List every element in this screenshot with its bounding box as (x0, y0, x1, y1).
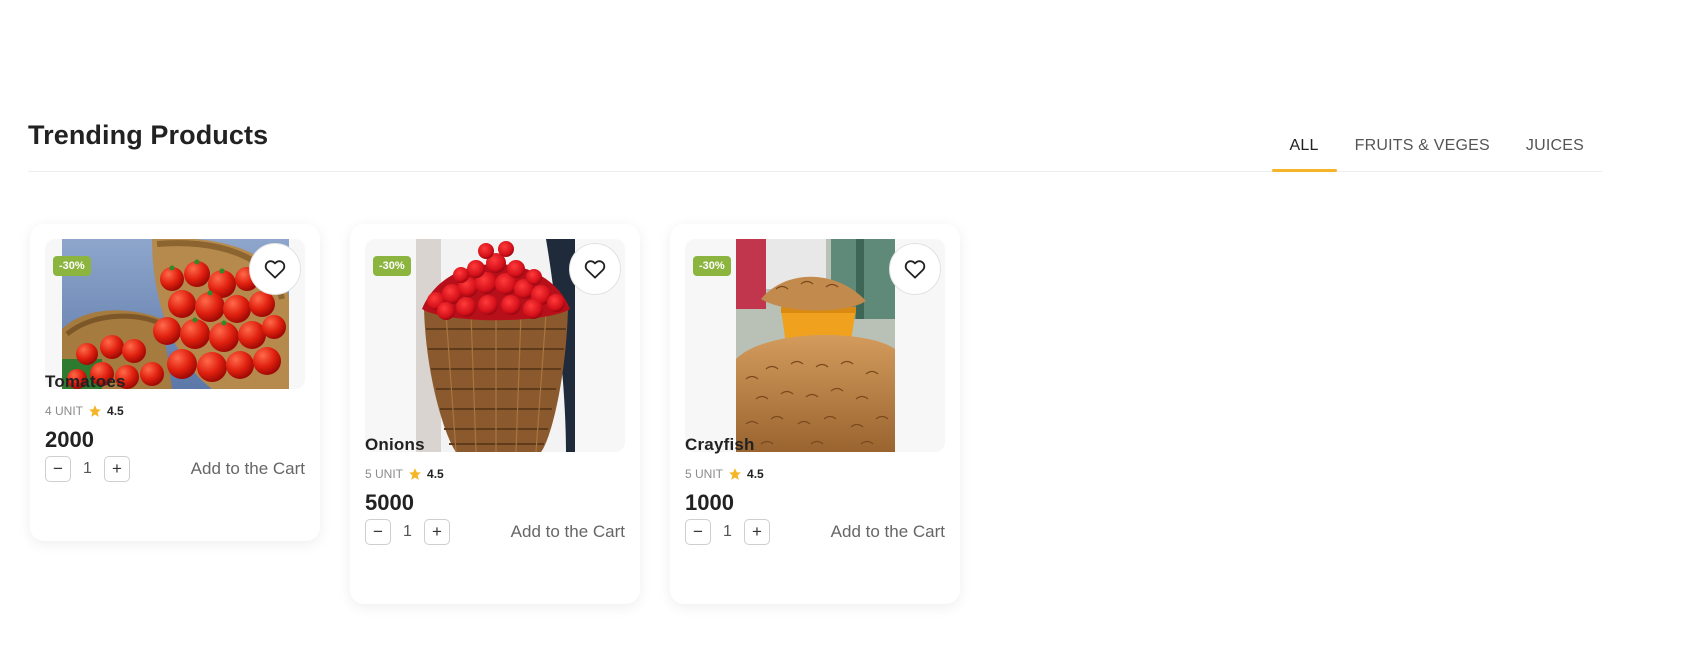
quantity-value[interactable]: 1 (391, 523, 424, 541)
quantity-value[interactable]: 1 (71, 460, 104, 478)
product-card-tomatoes[interactable]: -30% Tomatoes 4 UNIT 4.5 2000 − 1 + Add … (30, 224, 320, 541)
quantity-stepper: − 1 + (45, 456, 130, 482)
star-icon (729, 468, 741, 480)
rating-value: 4.5 (107, 404, 124, 418)
crayfish-image[interactable] (736, 239, 895, 452)
tab-fruits-veges[interactable]: FRUITS & VEGES (1337, 134, 1508, 172)
increase-button[interactable]: + (424, 519, 450, 545)
add-to-cart-button[interactable]: Add to the Cart (831, 522, 945, 542)
increase-button[interactable]: + (104, 456, 130, 482)
product-card-onions[interactable]: -30% Onions 5 UNIT 4.5 5000 − 1 + Add to… (350, 224, 640, 604)
category-tabs: ALL FRUITS & VEGES JUICES (1271, 134, 1602, 172)
tab-all[interactable]: ALL (1271, 134, 1337, 172)
decrease-button[interactable]: − (45, 456, 71, 482)
product-card-crayfish[interactable]: -30% Crayfish 5 UNIT 4.5 1000 − 1 + Add … (670, 224, 960, 604)
section-header: Trending Products ALL FRUITS & VEGES JUI… (28, 112, 1602, 172)
rating-value: 4.5 (747, 467, 764, 481)
decrease-button[interactable]: − (685, 519, 711, 545)
product-name[interactable]: Crayfish (685, 435, 755, 455)
discount-badge: -30% (373, 256, 411, 276)
star-icon (409, 468, 421, 480)
add-to-cart-button[interactable]: Add to the Cart (511, 522, 625, 542)
heart-icon[interactable] (569, 243, 621, 295)
heart-icon[interactable] (889, 243, 941, 295)
section-title: Trending Products (28, 120, 269, 150)
discount-badge: -30% (693, 256, 731, 276)
product-meta: 5 UNIT 4.5 (685, 467, 764, 481)
unit-label: 4 UNIT (45, 404, 84, 418)
product-image-frame: -30% (365, 239, 625, 452)
increase-button[interactable]: + (744, 519, 770, 545)
quantity-stepper: − 1 + (685, 519, 770, 545)
onions-image[interactable] (416, 239, 575, 452)
rating-value: 4.5 (427, 467, 444, 481)
product-image-frame: -30% (45, 239, 305, 389)
product-price: 5000 (365, 490, 414, 515)
quantity-stepper: − 1 + (365, 519, 450, 545)
tab-juices[interactable]: JUICES (1508, 134, 1602, 172)
quantity-value[interactable]: 1 (711, 523, 744, 541)
decrease-button[interactable]: − (365, 519, 391, 545)
discount-badge: -30% (53, 256, 91, 276)
product-name[interactable]: Onions (365, 435, 425, 455)
product-name[interactable]: Tomatoes (45, 372, 126, 392)
unit-label: 5 UNIT (365, 467, 404, 481)
heart-icon[interactable] (249, 243, 301, 295)
add-to-cart-button[interactable]: Add to the Cart (191, 459, 305, 479)
product-price: 2000 (45, 427, 94, 452)
product-price: 1000 (685, 490, 734, 515)
star-icon (89, 405, 101, 417)
product-image-frame: -30% (685, 239, 945, 452)
product-meta: 4 UNIT 4.5 (45, 404, 124, 418)
product-meta: 5 UNIT 4.5 (365, 467, 444, 481)
unit-label: 5 UNIT (685, 467, 724, 481)
